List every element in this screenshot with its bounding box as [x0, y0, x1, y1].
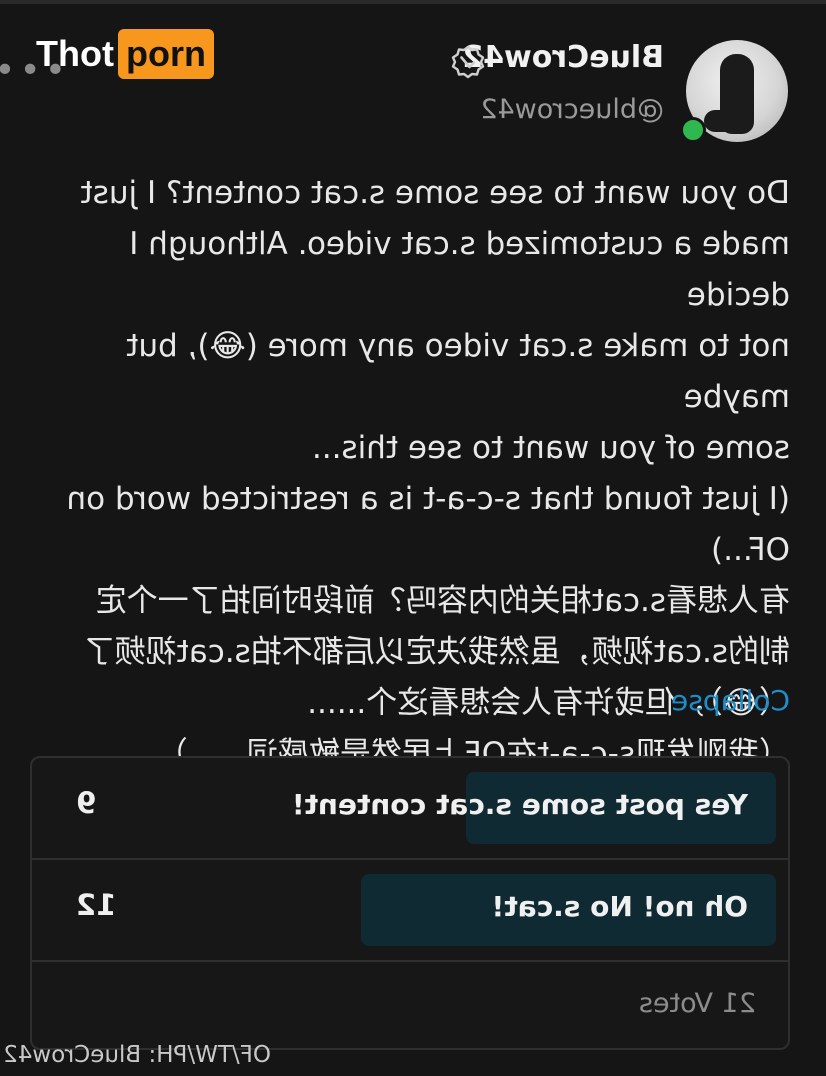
watermark-part2: porn — [117, 29, 214, 79]
display-name[interactable]: BlueCrow42 — [462, 40, 664, 75]
mirrored-post-card: BlueCrow42 @bluecrow42 ••• Do you want t… — [0, 0, 826, 1076]
user-handle[interactable]: @bluecrow42 — [480, 94, 664, 125]
poll-total-votes: 21 Votes — [638, 988, 756, 1019]
poll-option-no[interactable]: Oh no! No s.cat! 12 — [32, 860, 788, 962]
footer-caption: OF/TW/PH: BlueCrow42 — [3, 1042, 271, 1068]
poll-option-label: Oh no! No s.cat! — [491, 890, 748, 923]
poll-option-label: Yes post some s.cat content! — [291, 788, 748, 821]
poll-option-yes[interactable]: Yes post some s.cat content! 9 — [32, 758, 788, 860]
avatar-figure-base — [704, 110, 748, 132]
poll-option-votes: 9 — [76, 786, 97, 820]
watermark-part1: Thot — [36, 33, 114, 74]
collapse-link[interactable]: Collapse — [671, 684, 790, 717]
poll: Yes post some s.cat content! 9 Oh no! No… — [30, 756, 790, 1050]
poll-option-votes: 12 — [76, 888, 117, 922]
online-status-dot — [680, 117, 706, 143]
watermark-logo: Thot porn — [36, 29, 214, 79]
verified-badge-icon — [451, 45, 485, 79]
